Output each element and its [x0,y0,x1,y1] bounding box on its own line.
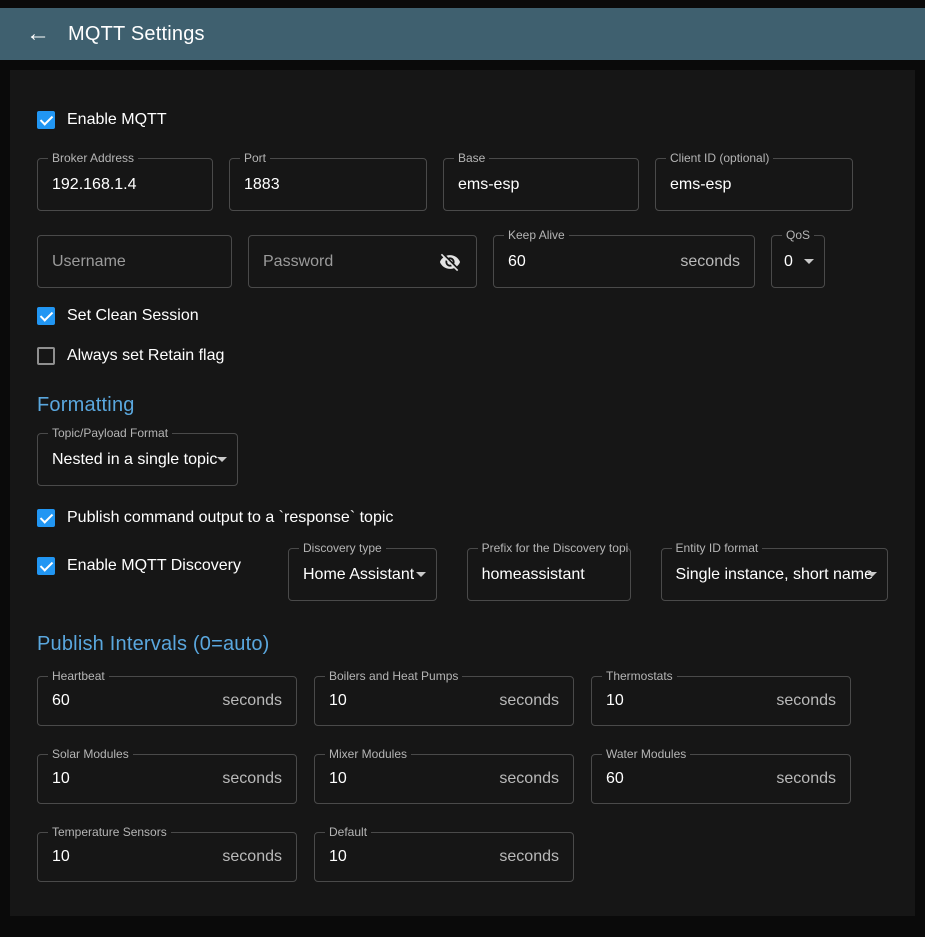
discovery-type-value: Home Assistant [303,566,414,584]
page-title: MQTT Settings [68,23,205,46]
interval-label: Solar Modules [48,747,133,761]
enable-mqtt-label: Enable MQTT [67,111,167,129]
interval-label: Boilers and Heat Pumps [325,669,462,683]
clean-session-checkbox[interactable] [37,307,55,325]
keep-alive-label: Keep Alive [504,228,569,242]
dropdown-arrow-icon [804,259,814,264]
interval-field-thermostats[interactable]: Thermostats seconds [591,676,851,726]
topic-format-select[interactable]: Topic/Payload Format Nested in a single … [37,433,238,486]
qos-label: QoS [782,228,814,242]
publish-intervals-grid: Heartbeat seconds Boilers and Heat Pumps… [37,676,888,882]
username-input[interactable] [52,253,217,271]
port-input[interactable] [244,176,412,194]
enable-discovery-label: Enable MQTT Discovery [67,557,241,575]
interval-input-solar[interactable] [52,770,214,788]
publish-response-label: Publish command output to a `response` t… [67,509,393,527]
credentials-row: Keep Alive seconds QoS 0 [37,235,888,288]
mqtt-settings-panel: Enable MQTT Broker Address Port Base Cli… [10,70,915,916]
broker-address-label: Broker Address [48,151,138,165]
client-id-input[interactable] [670,176,838,194]
interval-suffix: seconds [776,692,836,710]
interval-suffix: seconds [776,770,836,788]
publish-response-checkbox[interactable] [37,509,55,527]
publish-intervals-heading: Publish Intervals (0=auto) [37,633,888,656]
interval-suffix: seconds [222,770,282,788]
keep-alive-field[interactable]: Keep Alive seconds [493,235,755,288]
broker-address-field[interactable]: Broker Address [37,158,213,211]
keep-alive-suffix: seconds [680,253,740,271]
interval-suffix: seconds [499,770,559,788]
formatting-heading: Formatting [37,394,888,417]
entity-id-format-value: Single instance, short name [676,566,873,584]
interval-suffix: seconds [499,692,559,710]
enable-mqtt-checkbox-row[interactable]: Enable MQTT [37,108,888,132]
interval-field-temperature-sensors[interactable]: Temperature Sensors seconds [37,832,297,882]
interval-input-boilers[interactable] [329,692,491,710]
interval-suffix: seconds [222,692,282,710]
qos-select[interactable]: QoS 0 [771,235,825,288]
discovery-prefix-input[interactable] [482,566,616,584]
back-arrow-icon[interactable]: ← [26,22,50,46]
topic-format-label: Topic/Payload Format [48,426,172,440]
password-field[interactable] [248,235,477,288]
retain-flag-checkbox[interactable] [37,347,55,365]
qos-value: 0 [784,253,793,271]
interval-field-mixer[interactable]: Mixer Modules seconds [314,754,574,804]
interval-input-water[interactable] [606,770,768,788]
password-input[interactable] [263,253,430,271]
interval-field-water[interactable]: Water Modules seconds [591,754,851,804]
port-label: Port [240,151,270,165]
discovery-type-label: Discovery type [299,541,386,555]
broker-address-input[interactable] [52,176,198,194]
interval-field-default[interactable]: Default seconds [314,832,574,882]
interval-input-mixer[interactable] [329,770,491,788]
interval-label: Water Modules [602,747,690,761]
visibility-off-icon[interactable] [438,250,462,274]
interval-field-heartbeat[interactable]: Heartbeat seconds [37,676,297,726]
entity-id-format-label: Entity ID format [672,541,763,555]
dropdown-arrow-icon [416,572,426,577]
discovery-prefix-field[interactable]: Prefix for the Discovery topics [467,548,631,601]
keep-alive-input[interactable] [508,253,672,271]
client-id-field[interactable]: Client ID (optional) [655,158,853,211]
retain-flag-checkbox-row[interactable]: Always set Retain flag [37,344,888,368]
discovery-row: Enable MQTT Discovery Discovery type Hom… [37,548,888,601]
clean-session-checkbox-row[interactable]: Set Clean Session [37,304,888,328]
interval-field-solar[interactable]: Solar Modules seconds [37,754,297,804]
interval-input-thermostats[interactable] [606,692,768,710]
dropdown-arrow-icon [217,457,227,462]
enable-discovery-checkbox[interactable] [37,557,55,575]
interval-label: Thermostats [602,669,677,683]
username-field[interactable] [37,235,232,288]
interval-field-boilers[interactable]: Boilers and Heat Pumps seconds [314,676,574,726]
interval-input-heartbeat[interactable] [52,692,214,710]
publish-response-checkbox-row[interactable]: Publish command output to a `response` t… [37,506,888,530]
base-label: Base [454,151,489,165]
retain-flag-label: Always set Retain flag [67,347,224,365]
interval-label: Temperature Sensors [48,825,171,839]
interval-label: Mixer Modules [325,747,411,761]
interval-suffix: seconds [499,848,559,866]
client-id-label: Client ID (optional) [666,151,773,165]
interval-label: Default [325,825,371,839]
entity-id-format-select[interactable]: Entity ID format Single instance, short … [661,548,888,601]
discovery-prefix-label: Prefix for the Discovery topics [478,541,628,555]
base-field[interactable]: Base [443,158,639,211]
app-bar: ← MQTT Settings [0,8,925,60]
enable-discovery-checkbox-row[interactable]: Enable MQTT Discovery [37,548,258,572]
clean-session-label: Set Clean Session [67,307,199,325]
discovery-type-select[interactable]: Discovery type Home Assistant [288,548,437,601]
broker-settings-row: Broker Address Port Base Client ID (opti… [37,158,888,211]
interval-input-default[interactable] [329,848,491,866]
interval-label: Heartbeat [48,669,109,683]
interval-suffix: seconds [222,848,282,866]
port-field[interactable]: Port [229,158,427,211]
topic-format-value: Nested in a single topic [52,451,217,469]
base-input[interactable] [458,176,624,194]
interval-input-temperature-sensors[interactable] [52,848,214,866]
enable-mqtt-checkbox[interactable] [37,111,55,129]
dropdown-arrow-icon [867,572,877,577]
